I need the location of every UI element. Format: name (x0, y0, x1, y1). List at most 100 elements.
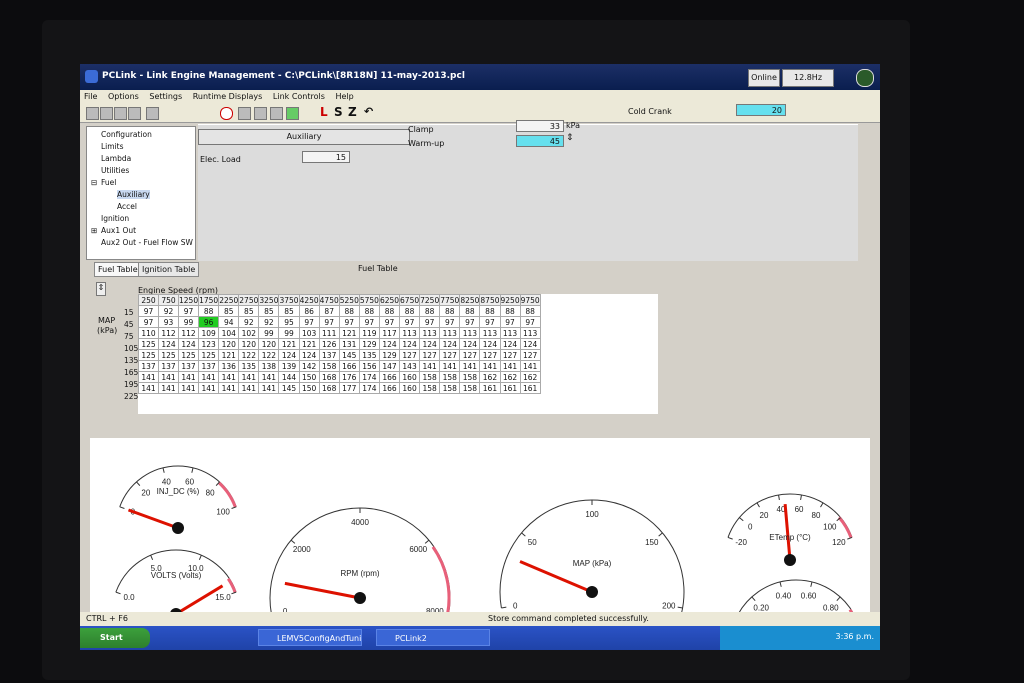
task-pdf-doc[interactable]: LEMV5ConfigAndTuni... (258, 629, 362, 646)
table-cell[interactable]: 97 (298, 316, 320, 328)
tree-item-utilities[interactable]: Utilities (101, 166, 129, 175)
table-cell[interactable]: 88 (479, 305, 501, 317)
table-cell[interactable]: 168 (318, 371, 340, 383)
log-button[interactable]: L (320, 105, 328, 119)
table-cell[interactable]: 88 (378, 305, 401, 317)
table-cell[interactable]: 113 (519, 327, 541, 339)
table-cell[interactable]: 174 (358, 382, 380, 394)
table-cell[interactable]: 88 (358, 305, 380, 317)
table-cell[interactable]: 97 (338, 316, 360, 328)
table-cell[interactable]: 111 (318, 327, 340, 339)
table-cell[interactable]: 141 (158, 382, 179, 394)
tree-item-aux1-out[interactable]: Aux1 Out (101, 226, 136, 235)
table-cell[interactable]: 112 (158, 327, 179, 339)
table-cell[interactable]: 85 (258, 305, 280, 317)
table-cell[interactable]: 97 (519, 316, 541, 328)
table-cell[interactable]: 174 (358, 371, 380, 383)
save-icon[interactable] (100, 107, 113, 120)
table-cell[interactable]: 124 (278, 349, 300, 361)
table-cell[interactable]: 120 (238, 338, 260, 350)
table-cell[interactable]: 102 (238, 327, 260, 339)
table-cell[interactable]: 97 (358, 316, 380, 328)
table-cell[interactable]: 162 (479, 371, 501, 383)
table-cell[interactable]: 135 (358, 349, 380, 361)
table-cell[interactable]: 125 (138, 338, 159, 350)
table-cell[interactable]: 99 (258, 327, 280, 339)
table-cell[interactable]: 85 (218, 305, 240, 317)
tree-expand-icon[interactable]: ⊞ (91, 226, 97, 235)
table-cell[interactable]: 92 (258, 316, 280, 328)
table-cell[interactable]: 161 (479, 382, 501, 394)
table-cell[interactable]: 97 (138, 305, 159, 317)
table-cell[interactable]: 124 (439, 338, 461, 350)
graph-icon[interactable] (254, 107, 267, 120)
table-cell[interactable]: 156 (358, 360, 380, 372)
table-cell[interactable]: 96 (198, 316, 220, 328)
table-cell[interactable]: 124 (459, 338, 481, 350)
table-cell[interactable]: 137 (158, 360, 179, 372)
table-cell[interactable]: 125 (198, 349, 220, 361)
warmup-spinner-icon[interactable]: ⇕ (566, 133, 574, 143)
table-cell[interactable]: 150 (298, 382, 320, 394)
table-cell[interactable]: 176 (338, 371, 360, 383)
table-cell[interactable]: 166 (338, 360, 360, 372)
table-cell[interactable]: 141 (258, 371, 280, 383)
table-cell[interactable]: 85 (278, 305, 300, 317)
table-cell[interactable]: 142 (298, 360, 320, 372)
table-cell[interactable]: 161 (519, 382, 541, 394)
table-cell[interactable]: 162 (519, 371, 541, 383)
table-cell[interactable]: 124 (158, 338, 179, 350)
table-cell[interactable]: 92 (238, 316, 260, 328)
undo-icon[interactable]: ↶ (364, 105, 373, 118)
table-cell[interactable]: 127 (439, 349, 461, 361)
table-cell[interactable]: 97 (479, 316, 501, 328)
menu-link-controls[interactable]: Link Controls (269, 90, 329, 103)
table-icon[interactable] (238, 107, 251, 120)
table-cell[interactable]: 97 (318, 316, 340, 328)
table-cell[interactable]: 121 (298, 338, 320, 350)
table-cell[interactable]: 141 (218, 371, 240, 383)
tree-item-fuel[interactable]: Fuel (101, 178, 116, 187)
table-cell[interactable]: 113 (459, 327, 481, 339)
table-cell[interactable]: 141 (479, 360, 501, 372)
table-cell[interactable]: 137 (198, 360, 220, 372)
table-cell[interactable]: 92 (158, 305, 179, 317)
elec-load-input[interactable]: 15 (302, 151, 350, 163)
table-cell[interactable]: 166 (378, 382, 401, 394)
table-cell[interactable]: 123 (198, 338, 220, 350)
table-cell[interactable]: 88 (459, 305, 481, 317)
table-cell[interactable]: 141 (158, 371, 179, 383)
table-cell[interactable]: 119 (358, 327, 380, 339)
tab-fuel-table[interactable]: Fuel Table (94, 262, 142, 277)
table-cell[interactable]: 127 (479, 349, 501, 361)
download-icon[interactable] (286, 107, 299, 120)
cold-crank-input[interactable]: 20 (736, 104, 786, 116)
table-cell[interactable]: 97 (499, 316, 521, 328)
scroll-arrows-icon[interactable]: ⇕ (96, 282, 106, 296)
table-cell[interactable]: 97 (138, 316, 159, 328)
table-cell[interactable]: 141 (459, 360, 481, 372)
table-cell[interactable]: 103 (298, 327, 320, 339)
table-cell[interactable]: 113 (439, 327, 461, 339)
table-cell[interactable]: 138 (258, 360, 280, 372)
table-cell[interactable]: 88 (519, 305, 541, 317)
table-cell[interactable]: 122 (238, 349, 260, 361)
table-cell[interactable]: 144 (278, 371, 300, 383)
table-cell[interactable]: 99 (278, 327, 300, 339)
table-cell[interactable]: 88 (499, 305, 521, 317)
table-cell[interactable]: 97 (459, 316, 481, 328)
table-cell[interactable]: 126 (318, 338, 340, 350)
table-cell[interactable]: 162 (499, 371, 521, 383)
table-cell[interactable]: 88 (198, 305, 220, 317)
table-cell[interactable]: 139 (278, 360, 300, 372)
store-button[interactable]: S (334, 105, 343, 119)
table-cell[interactable]: 109 (198, 327, 220, 339)
tree-item-limits[interactable]: Limits (101, 142, 124, 151)
open-icon[interactable] (86, 107, 99, 120)
menu-options[interactable]: Options (104, 90, 143, 103)
table-cell[interactable]: 127 (499, 349, 521, 361)
table-cell[interactable]: 127 (419, 349, 441, 361)
table-cell[interactable]: 88 (439, 305, 461, 317)
table-cell[interactable]: 124 (499, 338, 521, 350)
table-cell[interactable]: 125 (138, 349, 159, 361)
